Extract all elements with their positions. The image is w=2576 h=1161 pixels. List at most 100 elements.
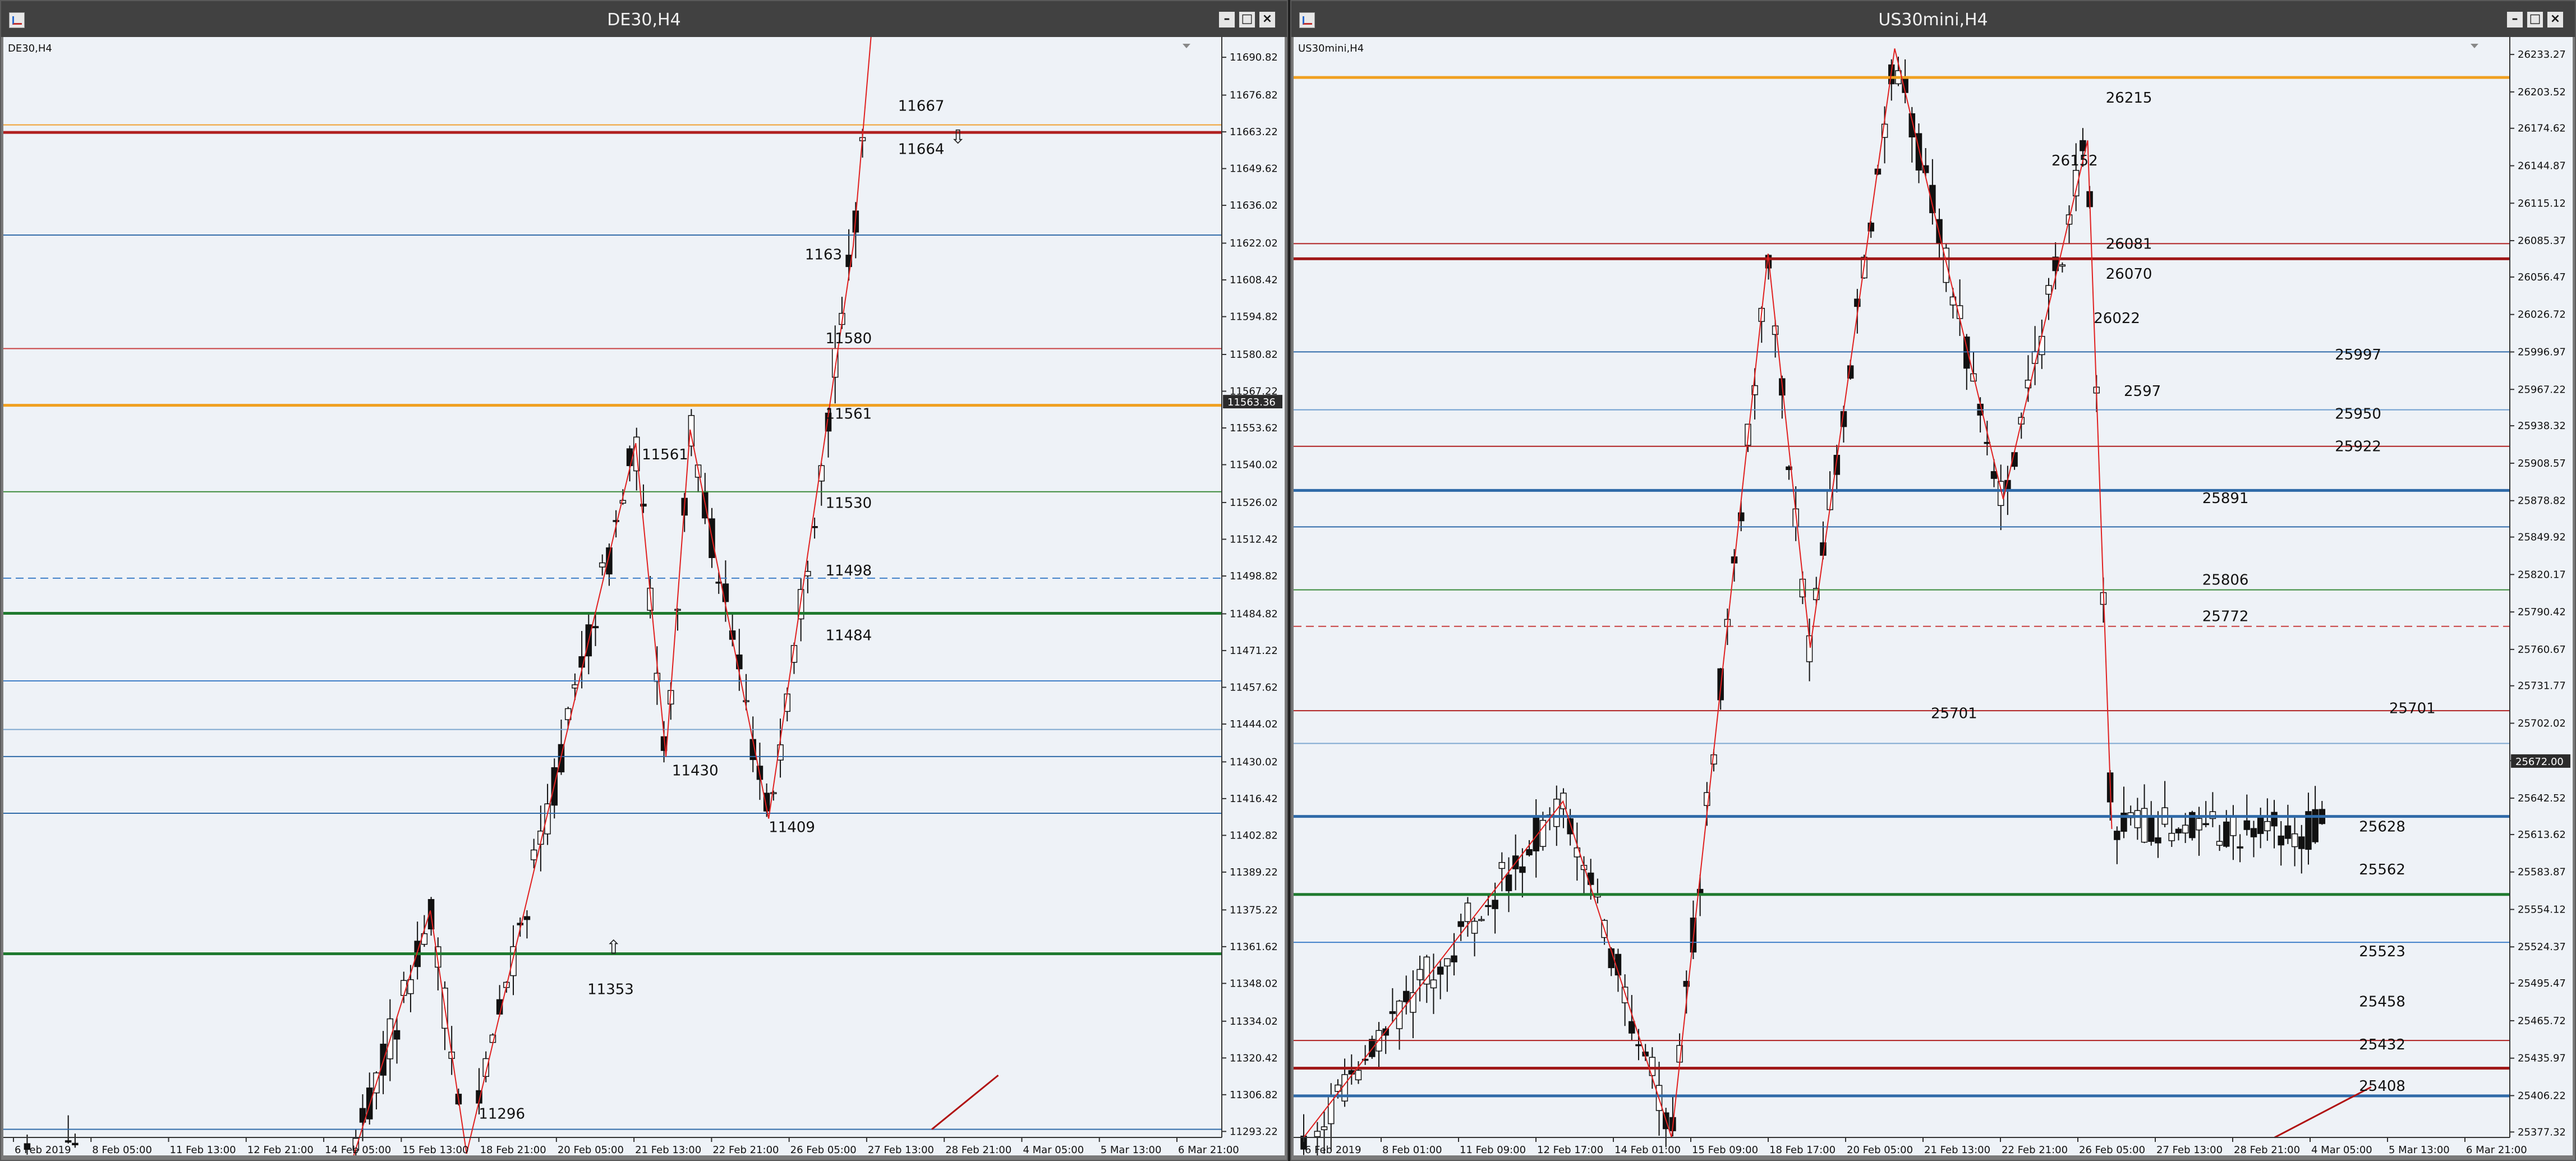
- price-tick-label: 11622.02: [1230, 238, 1278, 250]
- price-tick-label: 11676.82: [1230, 90, 1278, 102]
- level-annotation: 11580: [825, 330, 872, 347]
- bull-candle: [2230, 815, 2237, 836]
- close-button[interactable]: ×: [2547, 11, 2564, 28]
- close-button[interactable]: ×: [1259, 11, 1276, 28]
- time-tick-label: 4 Mar 05:00: [2311, 1144, 2372, 1155]
- level-annotation: 25458: [2359, 994, 2405, 1011]
- price-tick-label: 11649.62: [1230, 163, 1278, 175]
- bear-candle: [2271, 812, 2278, 827]
- chart-canvas[interactable]: 11667 11664 1163 11580 11561 11561 11530 11498 1…: [3, 37, 1285, 1155]
- bull-candle: [804, 571, 811, 577]
- bear-candle: [517, 923, 523, 925]
- price-tick-label: 25760.67: [2518, 644, 2566, 656]
- time-tick-label: 20 Feb 05:00: [1847, 1144, 1913, 1155]
- level-annotation: 25408: [2359, 1078, 2405, 1095]
- price-tick-label: 11526.02: [1230, 497, 1278, 509]
- price-tick-label: 26233.27: [2518, 49, 2566, 61]
- window-titlebar[interactable]: DE30,H4 – □ ×: [1, 1, 1287, 37]
- level-annotation: 26022: [2094, 310, 2140, 327]
- chart-window-de30[interactable]: DE30,H4 – □ × 11667 11664 1163 11580 11561 11…: [0, 0, 1288, 1161]
- bull-candle: [1430, 979, 1437, 989]
- maximize-button[interactable]: □: [1239, 11, 1255, 28]
- bull-candle: [1396, 1001, 1403, 1029]
- bull-candle: [619, 500, 627, 504]
- bear-candle: [1963, 337, 1970, 369]
- time-tick-label: 12 Feb 17:00: [1537, 1144, 1603, 1155]
- window-titlebar[interactable]: US30mini,H4 – □ ×: [1291, 1, 2575, 37]
- level-annotation: 11498: [825, 563, 872, 579]
- window-title: US30mini,H4: [1878, 10, 1988, 30]
- time-tick-label: 8 Feb 05:00: [92, 1144, 152, 1155]
- bear-candle: [2250, 828, 2257, 837]
- level-annotation: 11561: [642, 446, 688, 463]
- time-tick-label: 15 Feb 13:00: [402, 1144, 468, 1155]
- chart-window-us30mini[interactable]: US30mini,H4 – □ × 26215 26152 26081 26070 26…: [1290, 0, 2576, 1161]
- bear-candle: [1526, 849, 1533, 855]
- level-annotation: 1163: [805, 247, 842, 264]
- time-tick-label: 20 Feb 05:00: [558, 1144, 624, 1155]
- bull-candle: [1355, 1070, 1362, 1081]
- bear-candle: [2202, 823, 2209, 826]
- bull-candle: [674, 609, 681, 611]
- price-tick-label: 11334.02: [1230, 1016, 1278, 1028]
- bear-candle: [2223, 821, 2230, 847]
- level-annotation: 11667: [898, 98, 945, 115]
- time-tick-label: 21 Feb 13:00: [1924, 1144, 1990, 1155]
- level-annotation: 11561: [825, 406, 872, 423]
- level-annotation: 25523: [2359, 943, 2405, 960]
- level-annotation: 25997: [2335, 347, 2381, 363]
- price-tick-label: 11498.82: [1230, 570, 1278, 582]
- current-price-label: 11563.36: [1227, 397, 1276, 408]
- price-tick-label: 11389.22: [1230, 867, 1278, 878]
- level-annotation: 25701: [1931, 706, 1977, 722]
- bear-candle: [2257, 817, 2264, 834]
- time-tick-label: 27 Feb 13:00: [2156, 1144, 2223, 1155]
- price-tick-label: 11540.02: [1230, 459, 1278, 471]
- bull-candle: [2264, 821, 2271, 831]
- level-annotation: 25562: [2359, 861, 2405, 878]
- time-tick-label: 6 Mar 21:00: [1178, 1144, 1239, 1155]
- bull-candle: [1498, 862, 1506, 869]
- level-annotation: 11430: [672, 763, 719, 780]
- bear-candle: [2080, 140, 2086, 151]
- time-tick-label: 18 Feb 17:00: [1769, 1144, 1836, 1155]
- minimize-icon: –: [1223, 12, 1230, 26]
- bear-candle: [1389, 1011, 1396, 1014]
- time-tick-label: 18 Feb 21:00: [480, 1144, 546, 1155]
- bull-candle: [1464, 902, 1471, 922]
- bear-candle: [1485, 905, 1492, 907]
- time-tick-label: 28 Feb 21:00: [2234, 1144, 2300, 1155]
- price-tick-label: 25878.82: [2518, 495, 2566, 507]
- price-tick-label: 26203.52: [2518, 86, 2566, 98]
- time-tick-label: 14 Feb 05:00: [325, 1144, 391, 1155]
- bear-candle: [393, 1030, 401, 1040]
- minimize-button[interactable]: –: [2506, 11, 2523, 28]
- bear-candle: [1451, 955, 1457, 962]
- time-tick-label: 28 Feb 21:00: [945, 1144, 1011, 1155]
- price-tick-label: 11663.22: [1230, 126, 1278, 138]
- time-tick-label: 6 Feb 2019: [15, 1144, 71, 1155]
- level-annotation: 25950: [2335, 406, 2381, 422]
- price-chart[interactable]: 11667 11664 1163 11580 11561 11561 11530 11498 1…: [3, 37, 1285, 1155]
- price-tick-label: 25938.32: [2518, 420, 2566, 432]
- price-tick-label: 11348.02: [1230, 978, 1278, 989]
- bull-candle: [1710, 754, 1717, 765]
- price-tick-label: 11690.82: [1230, 52, 1278, 63]
- bear-candle: [1519, 866, 1526, 873]
- maximize-button[interactable]: □: [2527, 11, 2543, 28]
- price-chart[interactable]: 26215 26152 26081 26070 26022 2597 25997 25950 2…: [1294, 37, 2573, 1155]
- chart-canvas[interactable]: 26215 26152 26081 26070 26022 2597 25997 25950 2…: [1294, 37, 2573, 1155]
- level-annotation: 11530: [825, 495, 872, 512]
- level-annotation: 11484: [825, 628, 872, 644]
- level-annotation: 25772: [2202, 609, 2249, 625]
- price-tick-label: 25377.32: [2518, 1126, 2566, 1138]
- level-annotation: 11353: [587, 982, 634, 998]
- bear-candle: [2237, 846, 2243, 849]
- bear-candle: [2312, 809, 2319, 842]
- minimize-button[interactable]: –: [1218, 11, 1235, 28]
- price-tick-label: 25967.22: [2518, 384, 2566, 395]
- bull-candle: [2059, 264, 2066, 267]
- bull-candle: [1471, 920, 1478, 934]
- bear-candle: [613, 520, 619, 522]
- price-tick-label: 25908.57: [2518, 458, 2566, 469]
